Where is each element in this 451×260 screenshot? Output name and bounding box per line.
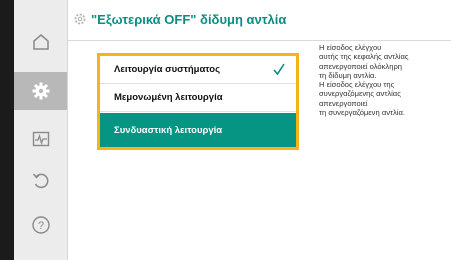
help-icon[interactable]: ? <box>28 212 54 238</box>
title-bar: "Εξωτερικά OFF" δίδυμη αντλία <box>68 0 451 41</box>
sidebar: ? <box>14 0 68 260</box>
option-single-mode[interactable]: Μεμονωμένη λειτουργία <box>100 84 296 112</box>
gear-icon[interactable] <box>28 78 54 104</box>
option-combined-mode[interactable]: Συνδυαστική λειτουργία <box>100 113 296 147</box>
device-screen: ? "Εξωτερικά OFF" δίδυμη αντλία Λειτουργ… <box>0 0 451 260</box>
check-icon <box>272 60 286 78</box>
info-line: Η είσοδος ελέγχου <box>319 43 382 52</box>
option-label: Συνδυαστική λειτουργία <box>114 124 223 136</box>
info-line: Η είσοδος ελέγχου της <box>319 80 395 89</box>
info-line: απενεργοποιεί <box>319 98 368 108</box>
device-bezel <box>0 0 14 260</box>
info-line: συνεργαζόμενης αντλίας <box>319 89 401 99</box>
info-line: τη δίδυμη αντλία. <box>319 70 377 80</box>
back-icon[interactable] <box>28 168 54 194</box>
svg-text:?: ? <box>38 220 44 232</box>
option-label: Μεμονωμένη λειτουργία <box>114 92 223 103</box>
info-line: απενεργοποιεί ολόκληρη <box>319 61 402 71</box>
home-icon[interactable] <box>28 29 54 55</box>
page-title: "Εξωτερικά OFF" δίδυμη αντλία <box>91 12 287 27</box>
settings-gear-icon <box>73 12 87 26</box>
info-panel: Η είσοδος ελέγχου αυτής της κεφαλής αντλ… <box>319 43 444 117</box>
info-line: αυτής της κεφαλής αντλίας <box>319 52 409 62</box>
option-system-mode[interactable]: Λειτουργία συστήματος <box>100 56 296 84</box>
diagnostics-icon[interactable] <box>28 126 54 152</box>
option-list: Λειτουργία συστήματος Μεμονωμένη λειτουρ… <box>97 53 299 150</box>
option-label: Λειτουργία συστήματος <box>114 64 221 75</box>
info-line: τη συνεργαζόμενη αντλία. <box>319 107 405 117</box>
